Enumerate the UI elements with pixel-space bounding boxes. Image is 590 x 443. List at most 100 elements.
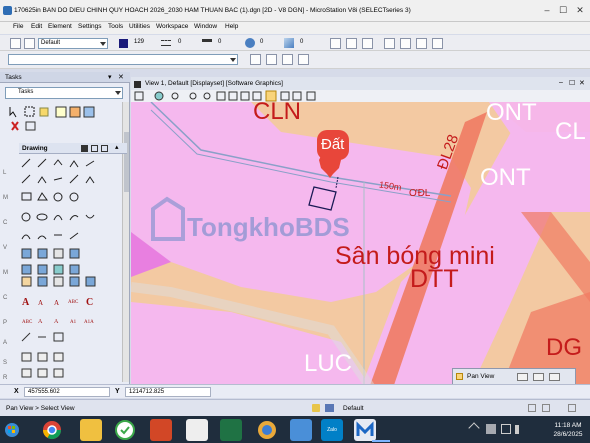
snap-icon[interactable] bbox=[330, 38, 341, 49]
tasks-header-label: Tasks bbox=[5, 74, 22, 81]
menu-utilities[interactable]: Utilities bbox=[129, 23, 150, 30]
pan-view-icon[interactable] bbox=[265, 90, 277, 102]
view-next-icon[interactable] bbox=[292, 91, 302, 101]
tool-icon bbox=[21, 174, 31, 184]
accudraw-icon[interactable] bbox=[346, 38, 357, 49]
chevron-down-icon[interactable] bbox=[147, 38, 155, 49]
text-tool-icon: ABC bbox=[22, 320, 33, 325]
app-icon[interactable] bbox=[186, 419, 208, 441]
maximize-button[interactable]: ☐ bbox=[556, 4, 570, 16]
level-display-icon[interactable] bbox=[24, 38, 35, 49]
section-letter: C bbox=[3, 295, 8, 301]
menu-element[interactable]: Element bbox=[48, 23, 72, 30]
volume-icon[interactable] bbox=[515, 425, 524, 434]
chrome-icon[interactable] bbox=[41, 419, 63, 441]
tool-icon bbox=[69, 174, 79, 184]
start-icon[interactable] bbox=[5, 423, 19, 437]
scrollbar-thumb[interactable] bbox=[124, 132, 129, 192]
minimize-icon[interactable] bbox=[517, 373, 528, 381]
section-letter: M bbox=[3, 270, 8, 276]
zoom-in-icon[interactable] bbox=[189, 92, 197, 100]
minimize-view-icon[interactable]: – bbox=[559, 79, 563, 86]
app-icon[interactable] bbox=[256, 419, 278, 441]
zoom-out-icon[interactable] bbox=[203, 92, 211, 100]
tool-icon[interactable] bbox=[298, 54, 309, 65]
menu-edit[interactable]: Edit bbox=[31, 23, 42, 30]
title-bar: 170625in BAN DO DIEU CHINH QUY HOACH 202… bbox=[0, 0, 590, 22]
view-title: View 1, Default [Displayset] [Software G… bbox=[145, 80, 283, 87]
menu-window[interactable]: Window bbox=[194, 23, 217, 30]
view-mode-icon[interactable] bbox=[81, 145, 88, 152]
tool-icon[interactable] bbox=[416, 38, 427, 49]
fence-icon[interactable] bbox=[362, 38, 373, 49]
maximize-view-icon[interactable]: ☐ bbox=[569, 79, 575, 87]
menu-tools[interactable]: Tools bbox=[108, 23, 123, 30]
view-previous-icon[interactable] bbox=[280, 91, 290, 101]
fit-view-icon[interactable] bbox=[228, 91, 238, 101]
tool-icon[interactable] bbox=[432, 38, 443, 49]
microstation-taskbar-icon[interactable] bbox=[354, 419, 376, 441]
level-manager-icon[interactable] bbox=[10, 38, 21, 49]
level-dropdown[interactable]: Default bbox=[38, 38, 108, 49]
zalo-icon[interactable]: Zalo bbox=[321, 419, 343, 441]
window-area-icon[interactable] bbox=[216, 91, 226, 101]
show-hidden-icons[interactable] bbox=[468, 422, 480, 434]
priority-icon[interactable] bbox=[284, 38, 294, 48]
modify-icon bbox=[37, 248, 48, 259]
tool-icon[interactable] bbox=[384, 38, 395, 49]
main-task-icons[interactable] bbox=[8, 105, 118, 133]
photos-icon[interactable] bbox=[290, 419, 312, 441]
copy-view-icon[interactable] bbox=[306, 91, 316, 101]
modify-icon bbox=[53, 276, 64, 287]
tasks-dropdown[interactable]: Tasks bbox=[5, 87, 123, 99]
view-attributes-icon[interactable] bbox=[134, 91, 144, 101]
app-icon[interactable] bbox=[114, 419, 136, 441]
close-view-icon[interactable]: ✕ bbox=[579, 79, 585, 87]
lock-icon[interactable] bbox=[312, 404, 320, 412]
tool-icon[interactable] bbox=[250, 54, 261, 65]
network-icon[interactable] bbox=[501, 424, 511, 434]
drawing-section-header[interactable]: Drawing ▴ bbox=[19, 143, 127, 154]
view-mode-icon[interactable] bbox=[91, 145, 98, 152]
excel-icon[interactable] bbox=[220, 419, 242, 441]
menu-file[interactable]: File bbox=[13, 23, 23, 30]
maximize-icon[interactable] bbox=[533, 373, 544, 381]
place-arc-icon bbox=[53, 215, 63, 221]
pin-icon[interactable]: ▾ bbox=[108, 73, 112, 81]
close-icon[interactable]: ✕ bbox=[118, 73, 124, 81]
map-canvas[interactable]: CLN ONT CL ONT Đất 150m ƠĐL ĐL28 Sân bón… bbox=[131, 102, 590, 388]
transparency-value: 0 bbox=[260, 39, 264, 45]
transparency-icon[interactable] bbox=[245, 38, 255, 48]
close-button[interactable]: ✕ bbox=[573, 4, 587, 16]
display-style-icon[interactable] bbox=[154, 91, 164, 101]
powerpoint-icon[interactable] bbox=[150, 419, 172, 441]
x-coordinate-field[interactable]: 457555.602 bbox=[24, 387, 110, 397]
tool-icon[interactable] bbox=[282, 54, 293, 65]
key-in-dropdown[interactable] bbox=[8, 54, 238, 65]
tool-icon[interactable] bbox=[400, 38, 411, 49]
pan-view-icon bbox=[456, 373, 463, 380]
tool-icon[interactable] bbox=[266, 54, 277, 65]
color-swatch[interactable] bbox=[119, 39, 128, 48]
close-icon[interactable] bbox=[549, 373, 560, 381]
view-mode-icon[interactable] bbox=[101, 145, 108, 152]
select-icon bbox=[9, 107, 17, 118]
tray-icon[interactable] bbox=[486, 424, 496, 434]
tool-icon[interactable] bbox=[252, 91, 262, 101]
update-view-icon[interactable] bbox=[171, 92, 179, 100]
y-coordinate-field[interactable]: 1214712.825 bbox=[125, 387, 211, 397]
text-tool-icon: A bbox=[38, 319, 43, 325]
menu-settings[interactable]: Settings bbox=[78, 23, 102, 30]
section-letter: C bbox=[3, 220, 8, 226]
drawing-tools-grid[interactable]: A A A ABC C ABC A A A1 A1A bbox=[20, 157, 120, 382]
text-tool-icon: A1A bbox=[84, 320, 94, 325]
menu-workspace[interactable]: Workspace bbox=[156, 23, 188, 30]
rotate-view-icon[interactable] bbox=[240, 91, 250, 101]
clock[interactable]: 11:18 AM 28/6/2025 bbox=[548, 421, 588, 439]
menu-help[interactable]: Help bbox=[225, 23, 238, 30]
minimize-button[interactable]: – bbox=[540, 4, 554, 16]
collapse-icon[interactable]: ▴ bbox=[115, 143, 119, 151]
y-label: Y bbox=[115, 388, 120, 395]
road-tail-label: ƠĐL bbox=[409, 188, 431, 199]
file-explorer-icon[interactable] bbox=[80, 419, 102, 441]
